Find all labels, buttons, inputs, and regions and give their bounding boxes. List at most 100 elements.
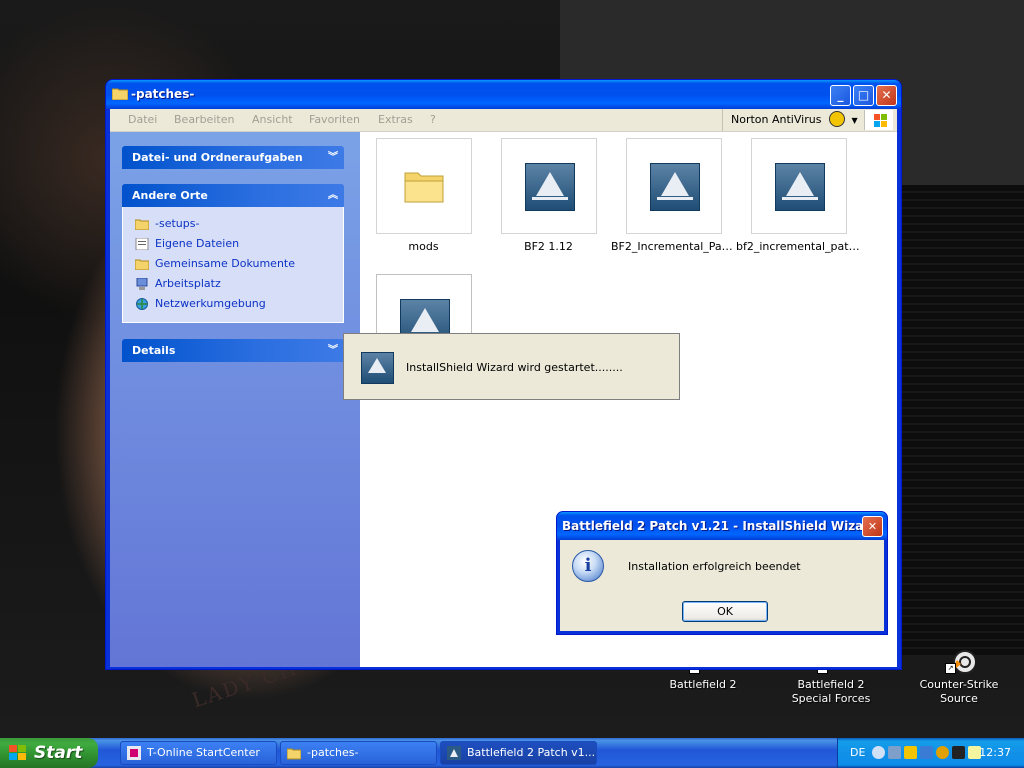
- file-thumbnail: [375, 138, 472, 234]
- norton-antivirus-toolbar[interactable]: Norton AntiVirus ▼: [722, 109, 858, 131]
- expand-chevron-icon: ︾: [328, 152, 338, 163]
- file-item-bf2-incremental-patch-1[interactable]: BF2_Incremental_Patc...: [611, 138, 736, 253]
- start-button[interactable]: Start: [0, 738, 98, 768]
- installshield-launcher-dialog: InstallShield Wizard wird gestartet.....…: [343, 333, 680, 400]
- network-tray-icon[interactable]: [888, 746, 901, 759]
- file-name: BF2 1.12: [524, 240, 573, 253]
- installshield-icon: [524, 163, 575, 211]
- place-netzwerkumgebung[interactable]: Netzwerkumgebung: [135, 297, 266, 310]
- taskbar: Start T-Online StartCenter -patches- Bat…: [0, 738, 1024, 768]
- place-label: Gemeinsame Dokumente: [155, 257, 295, 270]
- place-label: Arbeitsplatz: [155, 277, 221, 290]
- norton-label: Norton AntiVirus: [731, 113, 822, 126]
- folder-icon: [287, 748, 301, 760]
- other-places-panel: -setups- Eigene Dateien Gemeinsame Dokum…: [122, 207, 344, 323]
- windows-flag-icon: [9, 745, 26, 760]
- menu-bearbeiten[interactable]: Bearbeiten: [174, 113, 234, 126]
- taskbar-item-label: Battlefield 2 Patch v1...: [467, 746, 596, 759]
- show-hidden-icons-icon[interactable]: [872, 746, 885, 759]
- message-box-titlebar[interactable]: Battlefield 2 Patch v1.21 - InstallShiel…: [557, 512, 887, 540]
- folder-icon: [112, 88, 128, 100]
- desktop-icon-label: Counter-Strike Source: [919, 678, 999, 705]
- file-item-mods[interactable]: mods: [361, 138, 486, 253]
- taskbar-item-bf2-patch[interactable]: Battlefield 2 Patch v1...: [440, 741, 597, 765]
- details-title: Details: [132, 344, 176, 357]
- ok-button[interactable]: OK: [682, 601, 768, 622]
- installshield-icon: [649, 163, 700, 211]
- window-title: -patches-: [131, 87, 195, 101]
- norton-tray-icon[interactable]: [904, 746, 917, 759]
- place-label: Eigene Dateien: [155, 237, 240, 250]
- file-item-bf2-1-12[interactable]: BF2 1.12: [486, 138, 611, 253]
- file-name: bf2_incremental_patc...: [736, 240, 861, 253]
- file-thumbnail: [625, 138, 722, 234]
- norton-icon: [828, 111, 845, 127]
- folder-icon: [135, 259, 149, 270]
- close-icon: ✕: [867, 520, 878, 533]
- window-titlebar[interactable]: -patches- _ □ ✕: [106, 80, 901, 109]
- message-box-title: Battlefield 2 Patch v1.21 - InstallShiel…: [562, 519, 878, 533]
- collapse-chevron-icon: ︽: [328, 190, 338, 201]
- globe-tray-icon[interactable]: [936, 746, 949, 759]
- t-online-icon: [127, 746, 141, 760]
- place-label: Netzwerkumgebung: [155, 297, 266, 310]
- file-thumbnail: [500, 138, 597, 234]
- menu-favoriten[interactable]: Favoriten: [309, 113, 360, 126]
- desktop-icon-counter-strike-source[interactable]: ↗ Counter-Strike Source: [904, 650, 1014, 706]
- desktop-icon-label: Battlefield 2: [669, 678, 737, 691]
- other-places-title: Andere Orte: [132, 189, 208, 202]
- installshield-message-box: Battlefield 2 Patch v1.21 - InstallShiel…: [556, 511, 888, 635]
- file-name: BF2_Incremental_Patc...: [611, 240, 736, 253]
- system-tray: DE 12:37: [837, 738, 1024, 768]
- clock[interactable]: 12:37: [979, 746, 1011, 759]
- speaker-tray-icon[interactable]: [920, 746, 933, 759]
- file-tasks-header[interactable]: Datei- und Ordneraufgaben ︾: [122, 146, 344, 169]
- wallpaper-lines: [900, 185, 1024, 655]
- menu-help[interactable]: ?: [430, 113, 436, 126]
- start-label: Start: [34, 743, 83, 763]
- place-eigene-dateien[interactable]: Eigene Dateien: [135, 237, 239, 250]
- maximize-button[interactable]: □: [853, 85, 874, 106]
- file-tasks-title: Datei- und Ordneraufgaben: [132, 151, 303, 164]
- counter-strike-icon: ↗: [943, 650, 977, 674]
- folder-icon: [135, 219, 149, 230]
- menu-datei[interactable]: Datei: [128, 113, 157, 126]
- app-tray-icon[interactable]: [952, 746, 965, 759]
- message-text: Installation erfolgreich beendet: [628, 560, 801, 573]
- expand-chevron-icon: ︾: [328, 345, 338, 356]
- close-icon: ✕: [881, 88, 892, 102]
- installshield-icon: [361, 352, 394, 384]
- message-box-body: i Installation erfolgreich beendet OK: [560, 540, 884, 631]
- place-gemeinsame-dokumente[interactable]: Gemeinsame Dokumente: [135, 257, 295, 270]
- close-button[interactable]: ✕: [876, 85, 897, 106]
- desktop-icon-label: Battlefield 2 Special Forces: [791, 678, 871, 705]
- launcher-status-text: InstallShield Wizard wird gestartet.....…: [406, 361, 623, 374]
- maximize-icon: □: [857, 88, 870, 102]
- message-box-close-button[interactable]: ✕: [862, 516, 883, 537]
- my-documents-icon: [135, 238, 149, 250]
- other-places-header[interactable]: Andere Orte ︽: [122, 184, 344, 207]
- place-arbeitsplatz[interactable]: Arbeitsplatz: [135, 277, 221, 290]
- taskbar-item-t-online[interactable]: T-Online StartCenter: [120, 741, 277, 765]
- details-header[interactable]: Details ︾: [122, 339, 344, 362]
- file-thumbnail: [750, 138, 847, 234]
- language-indicator[interactable]: DE: [850, 746, 865, 759]
- menu-extras[interactable]: Extras: [378, 113, 413, 126]
- computer-icon: [136, 278, 148, 290]
- minimize-icon: _: [837, 88, 844, 102]
- info-icon: i: [572, 550, 604, 582]
- folder-icon: [404, 172, 443, 203]
- file-item-bf2-incremental-patch-2[interactable]: bf2_incremental_patc...: [736, 138, 861, 253]
- installshield-icon: [447, 746, 461, 760]
- chevron-down-icon: ▼: [851, 116, 858, 125]
- file-name: mods: [408, 240, 439, 253]
- place-setups[interactable]: -setups-: [135, 217, 199, 230]
- taskbar-item-label: T-Online StartCenter: [147, 746, 260, 759]
- place-label: -setups-: [155, 217, 200, 230]
- menu-ansicht[interactable]: Ansicht: [252, 113, 293, 126]
- minimize-button[interactable]: _: [830, 85, 851, 106]
- installshield-icon: [774, 163, 825, 211]
- taskbar-item-patches[interactable]: -patches-: [280, 741, 437, 765]
- task-pane: Datei- und Ordneraufgaben ︾ Andere Orte …: [110, 132, 360, 667]
- shortcut-arrow-icon: ↗: [945, 663, 956, 674]
